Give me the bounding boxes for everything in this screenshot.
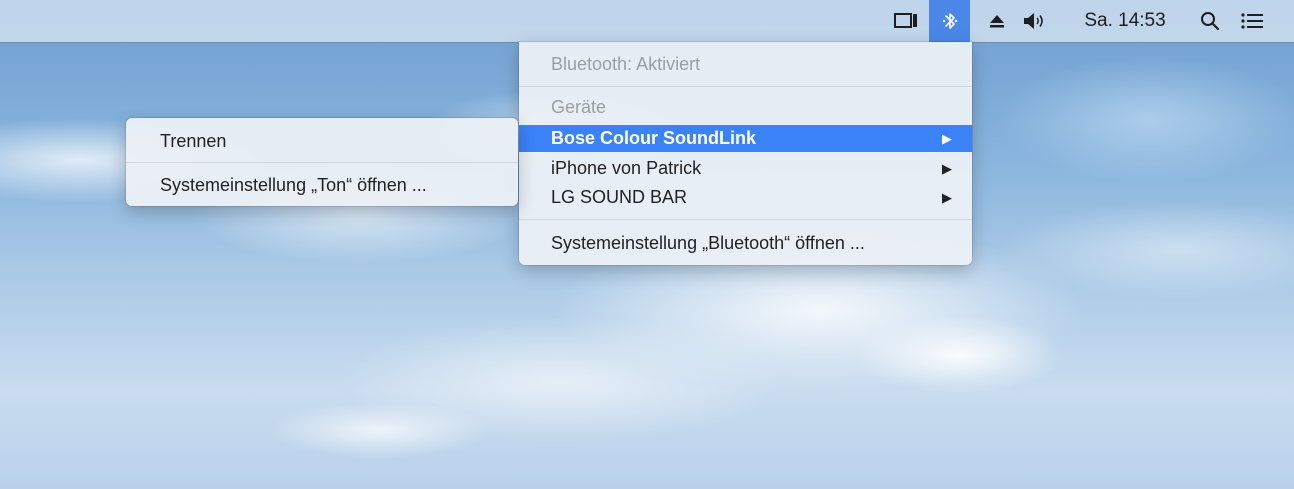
device-item-lg-sound-bar[interactable]: LG SOUND BAR ▶ — [519, 184, 972, 211]
submenu-arrow-icon: ▶ — [942, 189, 952, 205]
submenu-arrow-icon: ▶ — [942, 130, 952, 146]
volume-icon[interactable] — [1019, 0, 1053, 42]
device-item-iphone-von-patrick[interactable]: iPhone von Patrick ▶ — [519, 155, 972, 182]
device-item-bose-colour-soundlink[interactable]: Bose Colour SoundLink ▶ — [519, 125, 972, 152]
desktop: Sa. 14:53 Bluetooth: Aktiviert Geräte Bo… — [0, 0, 1294, 489]
spotlight-search-icon[interactable] — [1195, 0, 1225, 42]
device-submenu: Trennen Systemeinstellung „Ton“ öffnen .… — [126, 118, 518, 206]
menu-bar: Sa. 14:53 — [0, 0, 1294, 42]
menu-bar-clock[interactable]: Sa. 14:53 — [1070, 0, 1180, 42]
submenu-arrow-icon: ▶ — [942, 160, 952, 176]
eject-icon[interactable] — [985, 0, 1009, 42]
notification-center-icon[interactable] — [1236, 0, 1268, 42]
menu-separator — [519, 86, 972, 87]
open-sound-preferences-item[interactable]: Systemeinstellung „Ton“ öffnen ... — [126, 170, 518, 200]
bluetooth-status: Bluetooth: Aktiviert — [551, 53, 701, 74]
menu-separator — [126, 162, 518, 163]
display-mirroring-icon[interactable] — [890, 0, 922, 42]
bluetooth-menu: Bluetooth: Aktiviert Geräte Bose Colour … — [519, 42, 972, 265]
disconnect-item[interactable]: Trennen — [126, 126, 518, 156]
devices-header: Geräte — [551, 96, 607, 117]
open-bluetooth-preferences-item[interactable]: Systemeinstellung „Bluetooth“ öffnen ... — [519, 229, 972, 257]
bluetooth-icon[interactable] — [929, 0, 970, 42]
menu-separator — [519, 219, 972, 220]
